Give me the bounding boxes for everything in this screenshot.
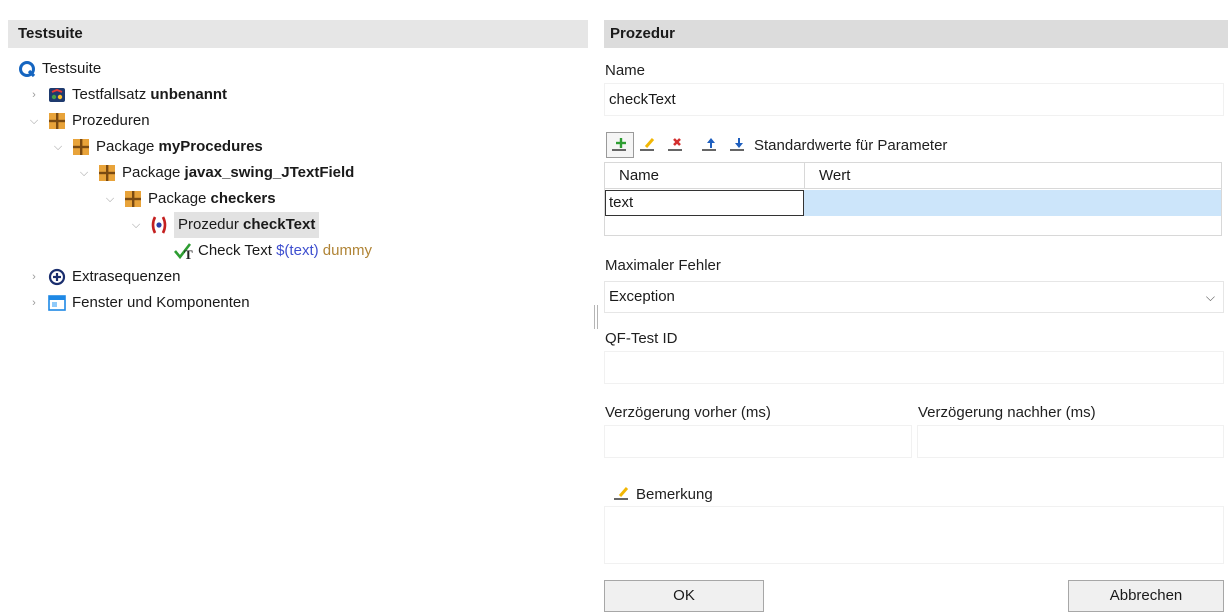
- package-icon: [98, 164, 116, 182]
- tree-node-label: Prozeduren: [72, 112, 150, 129]
- chevron-down-icon[interactable]: ⌵: [78, 160, 90, 186]
- detail-panel-header: Prozedur: [604, 20, 1228, 48]
- chevron-down-icon: ⌵: [1205, 290, 1215, 304]
- table-cell-name[interactable]: text: [605, 190, 804, 216]
- column-header-value[interactable]: Wert: [805, 163, 1221, 189]
- tree-node-label: Extrasequenzen: [72, 268, 181, 285]
- package-icon: [124, 190, 142, 208]
- tree-node-label: Check Text $(text) dummy: [198, 242, 372, 259]
- tree-node-package-myprocedures[interactable]: ⌵ Package myProcedures: [52, 134, 263, 160]
- qf-id-field[interactable]: [604, 351, 1224, 384]
- chevron-right-icon[interactable]: ›: [28, 290, 40, 316]
- max-error-value: Exception: [609, 288, 675, 305]
- chevron-down-icon[interactable]: ⌵: [52, 134, 64, 160]
- test-tree[interactable]: Testsuite › Testfallsatz unbenannt ⌵ Pro…: [8, 48, 588, 614]
- extras-icon: [48, 268, 66, 286]
- edit-row-button[interactable]: [634, 132, 662, 158]
- tree-node-testsuite[interactable]: Testsuite: [18, 56, 101, 82]
- name-field[interactable]: checkText: [604, 83, 1224, 116]
- max-error-label: Maximaler Fehler: [605, 257, 721, 274]
- delay-before-label: Verzögerung vorher (ms): [605, 404, 771, 421]
- chevron-down-icon[interactable]: ⌵: [104, 186, 116, 212]
- package-icon: [48, 112, 66, 130]
- tree-node-testcase-set[interactable]: › Testfallsatz unbenannt: [28, 82, 227, 108]
- tree-node-label: Package myProcedures: [96, 138, 263, 155]
- comment-label: Bemerkung: [636, 485, 713, 503]
- params-label: Standardwerte für Parameter: [754, 136, 948, 154]
- tree-node-procedure-checktext[interactable]: ⌵ Prozedur checkText: [130, 212, 320, 238]
- tree-node-label: Package checkers: [148, 190, 276, 207]
- delay-before-field[interactable]: [604, 425, 912, 458]
- max-error-select[interactable]: Exception ⌵: [604, 281, 1224, 313]
- testcase-set-icon: [48, 86, 66, 104]
- tree-node-windows-components[interactable]: › Fenster und Komponenten: [28, 290, 250, 316]
- tree-node-label: Package javax_swing_JTextField: [122, 164, 355, 181]
- name-label: Name: [605, 62, 646, 79]
- cancel-button[interactable]: Abbrechen: [1068, 580, 1224, 612]
- chevron-right-icon[interactable]: ›: [28, 82, 40, 108]
- table-row[interactable]: text: [605, 190, 1221, 216]
- add-row-button[interactable]: [606, 132, 634, 158]
- tree-node-check-text[interactable]: T Check Text $(text) dummy: [174, 238, 372, 264]
- tree-node-label: Fenster und Komponenten: [72, 294, 250, 311]
- package-icon: [72, 138, 90, 156]
- delay-after-label: Verzögerung nachher (ms): [918, 404, 1096, 421]
- param-toolbar: Standardwerte für Parameter: [606, 132, 947, 158]
- qf-id-label: QF-Test ID: [605, 330, 678, 347]
- move-down-button[interactable]: [724, 132, 752, 158]
- comment-field[interactable]: [604, 506, 1224, 564]
- svg-text:T: T: [184, 247, 193, 260]
- chevron-down-icon[interactable]: ⌵: [28, 108, 40, 134]
- window-icon: [48, 294, 66, 312]
- tree-node-package-checkers[interactable]: ⌵ Package checkers: [104, 186, 276, 212]
- delete-row-button[interactable]: [662, 132, 690, 158]
- comment-header: Bemerkung: [610, 481, 713, 507]
- tree-node-package-jtextfield[interactable]: ⌵ Package javax_swing_JTextField: [78, 160, 354, 186]
- chevron-right-icon[interactable]: ›: [28, 264, 40, 290]
- table-cell-value[interactable]: [805, 190, 1221, 216]
- tree-node-procedures[interactable]: ⌵ Prozeduren: [28, 108, 150, 134]
- splitter-handle[interactable]: [594, 305, 598, 329]
- tree-panel-header: Testsuite: [8, 20, 588, 48]
- tree-node-label: Testfallsatz unbenannt: [72, 86, 228, 103]
- ok-button[interactable]: OK: [604, 580, 764, 612]
- chevron-down-icon[interactable]: ⌵: [130, 212, 142, 238]
- tree-node-label: Prozedur checkText: [174, 212, 320, 238]
- tree-node-extrasequences[interactable]: › Extrasequenzen: [28, 264, 180, 290]
- tree-node-label: Testsuite: [42, 60, 102, 77]
- delay-after-field[interactable]: [917, 425, 1224, 458]
- qftest-logo-icon: [18, 60, 36, 78]
- move-up-button[interactable]: [696, 132, 724, 158]
- column-header-name[interactable]: Name: [605, 163, 805, 189]
- procedure-icon: [150, 216, 168, 234]
- check-icon: T: [174, 242, 193, 262]
- params-table[interactable]: Name Wert text: [604, 162, 1222, 236]
- edit-comment-button[interactable]: [610, 481, 634, 507]
